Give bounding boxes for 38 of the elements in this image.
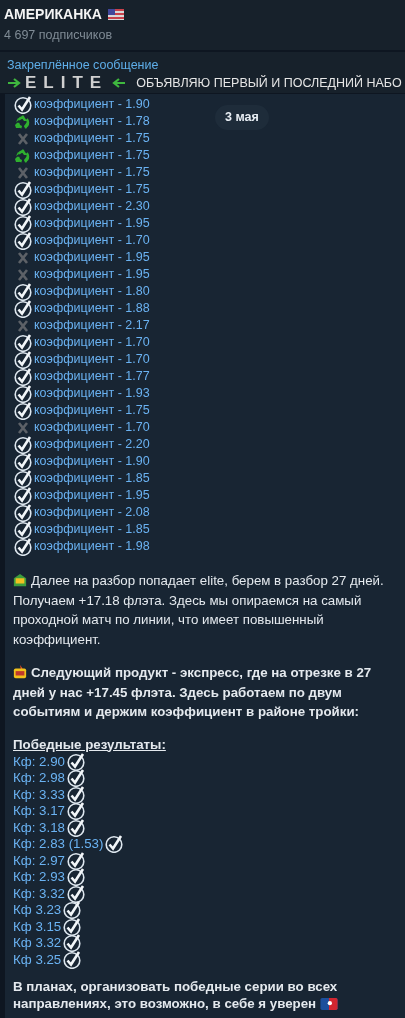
odds-link[interactable]: коэффициент - 1.95 xyxy=(34,214,150,233)
odds-link[interactable]: коэффициент - 2.08 xyxy=(34,503,150,522)
odds-link[interactable]: коэффициент - 1.75 xyxy=(34,129,150,148)
odds-link[interactable]: коэффициент - 1.90 xyxy=(34,452,150,471)
date-badge: 3 мая xyxy=(215,105,269,130)
odds-link[interactable]: коэффициент - 1.98 xyxy=(34,537,150,556)
elite-logo: ELITE xyxy=(25,74,109,93)
odds-link[interactable]: коэффициент - 1.93 xyxy=(34,384,150,403)
odds-link[interactable]: коэффициент - 1.78 xyxy=(34,112,150,131)
odds-link[interactable]: коэффициент - 1.85 xyxy=(34,520,150,539)
odds-link[interactable]: коэффициент - 1.88 xyxy=(34,299,150,318)
message-paragraph: В планах, организовать победные серии во всех направлениях, это возможно, в себе я уверен xyxy=(13,978,339,1012)
pinned-message-bar[interactable]: Закреплённое сообщение ELITE ОБЪЯВЛЯЮ ПЕРВЫЙ И ПОСЛЕДНИЙ НАБО xyxy=(0,52,405,94)
odds-link[interactable]: коэффициент - 2.20 xyxy=(34,435,150,454)
odds-link[interactable]: коэффициент - 1.70 xyxy=(34,231,150,250)
odds-link[interactable]: коэффициент - 1.77 xyxy=(34,367,150,386)
odds-link[interactable]: коэффициент - 2.17 xyxy=(34,316,150,335)
odds-link[interactable]: коэффициент - 1.90 xyxy=(34,95,150,114)
odds-link[interactable]: коэффициент - 1.75 xyxy=(34,180,150,199)
odds-link[interactable]: коэффициент - 1.95 xyxy=(34,248,150,267)
odds-link[interactable]: коэффициент - 1.70 xyxy=(34,350,150,369)
results-heading: Победные результаты: xyxy=(13,735,166,754)
odds-link[interactable]: коэффициент - 2.30 xyxy=(34,197,150,216)
odds-link[interactable]: коэффициент - 1.70 xyxy=(34,333,150,352)
odds-link[interactable]: коэффициент - 1.95 xyxy=(34,265,150,284)
channel-title: АМЕРИКАНКА xyxy=(4,5,102,24)
odds-link[interactable]: коэффициент - 1.95 xyxy=(34,486,150,505)
odds-link[interactable]: коэффициент - 1.75 xyxy=(34,163,150,182)
odds-link[interactable]: коэффициент - 1.70 xyxy=(34,418,150,437)
pinned-text: ОБЪЯВЛЯЮ ПЕРВЫЙ И ПОСЛЕДНИЙ НАБО xyxy=(136,74,402,92)
odds-link[interactable]: коэффициент - 1.75 xyxy=(34,401,150,420)
odds-link[interactable]: коэффициент - 1.85 xyxy=(34,469,150,488)
message-paragraph: Далее на разбор попадает elite, берем в разбор 27 дней. Получаем +17.18 флэта. Здесь мы опираемся на самый проходной матч по линии, что имеет повышенный коэффициент. xyxy=(13,572,385,649)
pinned-label: Закреплённое сообщение xyxy=(7,57,159,73)
subscriber-count: 4 697 подписчиков xyxy=(4,27,114,44)
odds-link[interactable]: коэффициент - 1.75 xyxy=(34,146,150,165)
odds-link[interactable]: коэффициент - 1.80 xyxy=(34,282,150,301)
message-paragraph: Следующий продукт - экспресс, где на отрезке в 27 дней у нас +17.45 флэта. Здесь работаем по двум событиям и держим коэффициент в районе тройки: xyxy=(13,664,373,721)
